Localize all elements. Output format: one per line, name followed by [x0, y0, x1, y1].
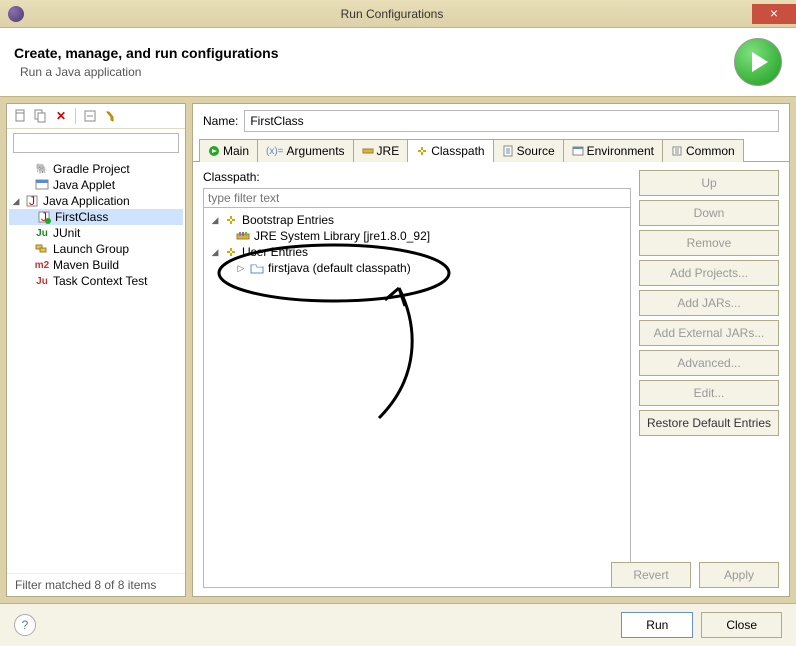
tree-item-maven[interactable]: m2Maven Build — [9, 257, 183, 273]
tab-bar: Main (x)=Arguments JRE Classpath Source … — [193, 138, 789, 162]
run-button[interactable]: Run — [621, 612, 693, 638]
tree-item-java-app[interactable]: ◢JJava Application — [9, 193, 183, 209]
classpath-heading: Classpath: — [203, 170, 631, 184]
tree-item-junit[interactable]: JuJUnit — [9, 225, 183, 241]
tree-item-applet[interactable]: Java Applet — [9, 177, 183, 193]
new-config-icon[interactable] — [13, 108, 29, 124]
collapse-all-icon[interactable] — [82, 108, 98, 124]
classpath-tree[interactable]: ◢Bootstrap Entries JRE System Library [j… — [203, 208, 631, 588]
classpath-node-icon — [224, 245, 238, 259]
classpath-filter-input[interactable] — [203, 188, 631, 208]
up-button[interactable]: Up — [639, 170, 779, 196]
collapse-icon[interactable]: ◢ — [210, 247, 220, 258]
run-banner-icon — [734, 38, 782, 86]
help-button[interactable]: ? — [14, 614, 36, 636]
launch-group-icon — [35, 242, 49, 256]
revert-button[interactable]: Revert — [611, 562, 691, 588]
tree-item-task-context[interactable]: JuTask Context Test — [9, 273, 183, 289]
classpath-buttons: Up Down Remove Add Projects... Add JARs.… — [639, 170, 779, 588]
close-window-button[interactable]: × — [752, 4, 796, 24]
bootstrap-entries-node[interactable]: ◢Bootstrap Entries — [208, 212, 626, 228]
tab-jre[interactable]: JRE — [353, 139, 409, 162]
detail-panel: Name: Main (x)=Arguments JRE Classpath S… — [192, 103, 790, 597]
tree-item-gradle[interactable]: 🐘Gradle Project — [9, 161, 183, 177]
user-entries-node[interactable]: ◢User Entries — [208, 244, 626, 260]
tab-arguments[interactable]: (x)=Arguments — [257, 139, 354, 162]
close-button[interactable]: Close — [701, 612, 782, 638]
expand-icon[interactable]: ▷ — [236, 263, 246, 274]
window-title: Run Configurations — [32, 7, 752, 21]
header-title: Create, manage, and run configurations — [14, 45, 734, 61]
gradle-icon: 🐘 — [35, 162, 49, 176]
expand-toggle-icon[interactable]: ◢ — [11, 196, 21, 207]
classpath-node-icon — [224, 213, 238, 227]
tree-item-firstclass[interactable]: JFirstClass — [9, 209, 183, 225]
name-input[interactable] — [244, 110, 779, 132]
junit-icon: Ju — [35, 226, 49, 240]
edit-button[interactable]: Edit... — [639, 380, 779, 406]
svg-text:J: J — [29, 194, 35, 208]
config-list-panel: ✕ 🐘Gradle Project Java Applet ◢JJava App… — [6, 103, 186, 597]
name-label: Name: — [203, 114, 238, 128]
tab-common[interactable]: Common — [662, 139, 744, 162]
add-jars-button[interactable]: Add JARs... — [639, 290, 779, 316]
tab-main[interactable]: Main — [199, 139, 258, 162]
maven-icon: m2 — [35, 258, 49, 272]
advanced-button[interactable]: Advanced... — [639, 350, 779, 376]
tab-classpath[interactable]: Classpath — [407, 139, 493, 162]
jre-library-node[interactable]: JRE System Library [jre1.8.0_92] — [208, 228, 626, 244]
restore-default-button[interactable]: Restore Default Entries — [639, 410, 779, 436]
config-toolbar: ✕ — [7, 104, 185, 129]
tab-source[interactable]: Source — [493, 139, 564, 162]
duplicate-config-icon[interactable] — [33, 108, 49, 124]
down-button[interactable]: Down — [639, 200, 779, 226]
config-filter-input[interactable] — [13, 133, 179, 153]
delete-config-icon[interactable]: ✕ — [53, 108, 69, 124]
filter-status: Filter matched 8 of 8 items — [7, 573, 185, 596]
remove-button[interactable]: Remove — [639, 230, 779, 256]
task-icon: Ju — [35, 274, 49, 288]
project-icon — [250, 261, 264, 275]
add-external-jars-button[interactable]: Add External JARs... — [639, 320, 779, 346]
config-tree[interactable]: 🐘Gradle Project Java Applet ◢JJava Appli… — [7, 157, 185, 573]
apply-button[interactable]: Apply — [699, 562, 779, 588]
project-classpath-node[interactable]: ▷firstjava (default classpath) — [208, 260, 626, 276]
dialog-header: Create, manage, and run configurations R… — [0, 28, 796, 97]
title-bar: Run Configurations × — [0, 0, 796, 28]
library-icon — [236, 229, 250, 243]
tree-item-launch-group[interactable]: Launch Group — [9, 241, 183, 257]
collapse-icon[interactable]: ◢ — [210, 215, 220, 226]
java-icon: J — [25, 194, 39, 208]
header-subtitle: Run a Java application — [20, 65, 734, 79]
applet-icon — [35, 178, 49, 192]
eclipse-icon — [8, 6, 24, 22]
filter-icon[interactable] — [102, 108, 118, 124]
dialog-footer: ? Run Close — [0, 603, 796, 646]
add-projects-button[interactable]: Add Projects... — [639, 260, 779, 286]
java-run-icon: J — [37, 210, 51, 224]
tab-environment[interactable]: Environment — [563, 139, 663, 162]
